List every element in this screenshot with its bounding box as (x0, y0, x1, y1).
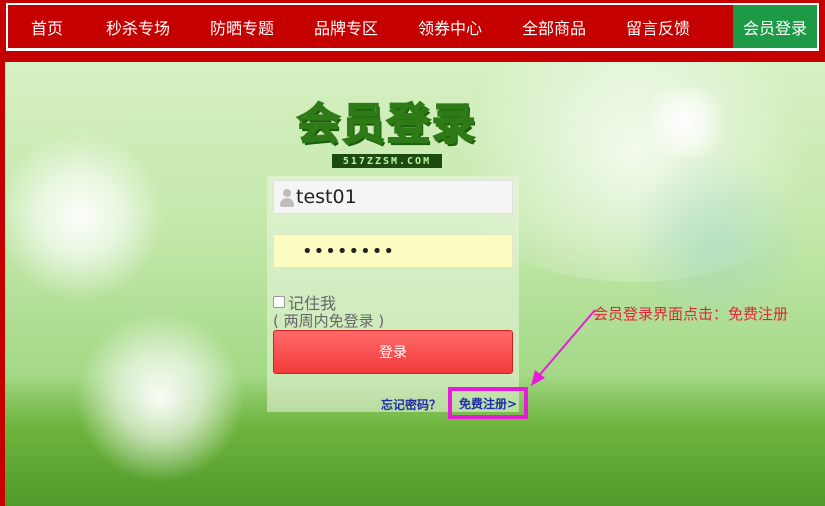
nav-item-sunscreen[interactable]: 防晒专题 (190, 5, 294, 48)
login-panel: 记住我 ( 两周内免登录 ) 登录 (267, 176, 519, 412)
nav-item-brands[interactable]: 品牌专区 (294, 5, 398, 48)
password-field[interactable] (273, 234, 513, 268)
logo-title: 会员登录 (296, 99, 477, 151)
nav-item-coupons[interactable]: 领券中心 (398, 5, 502, 48)
logo-site-url: 517ZZSM.COM (332, 154, 442, 168)
dandelion-medium (75, 312, 245, 482)
nav-item-home[interactable]: 首页 (8, 5, 86, 48)
dandelion-small (635, 87, 735, 157)
register-highlight-box: 免费注册> (448, 387, 528, 419)
user-icon (274, 181, 296, 213)
annotation-arrow (531, 309, 596, 386)
nav-item-flash-sale[interactable]: 秒杀专场 (86, 5, 190, 48)
username-field[interactable] (273, 180, 513, 214)
login-button[interactable]: 登录 (273, 330, 513, 374)
remember-note: ( 两周内免登录 ) (273, 312, 385, 330)
dandelion-large (5, 132, 165, 302)
free-register-link[interactable]: 免费注册> (459, 395, 517, 412)
annotation-text: 会员登录界面点击：免费注册 (593, 305, 789, 323)
nav-bar: 首页 秒杀专场 防晒专题 品牌专区 领券中心 全部商品 留言反馈 会员登录 (6, 3, 819, 51)
top-nav: 首页 秒杀专场 防晒专题 品牌专区 领券中心 全部商品 留言反馈 会员登录 (0, 0, 825, 56)
forgot-password-link[interactable]: 忘记密码？ (381, 396, 441, 413)
nav-item-feedback[interactable]: 留言反馈 (606, 5, 710, 48)
nav-item-all-products[interactable]: 全部商品 (502, 5, 606, 48)
remember-checkbox[interactable] (273, 296, 285, 308)
nav-item-member-login[interactable]: 会员登录 (733, 5, 817, 48)
login-background: 会员登录 517ZZSM.COM 记住我 ( 两周内免登录 ) 登录 忘记密码？… (5, 62, 825, 506)
username-input[interactable] (296, 186, 506, 208)
password-input[interactable] (302, 240, 502, 262)
